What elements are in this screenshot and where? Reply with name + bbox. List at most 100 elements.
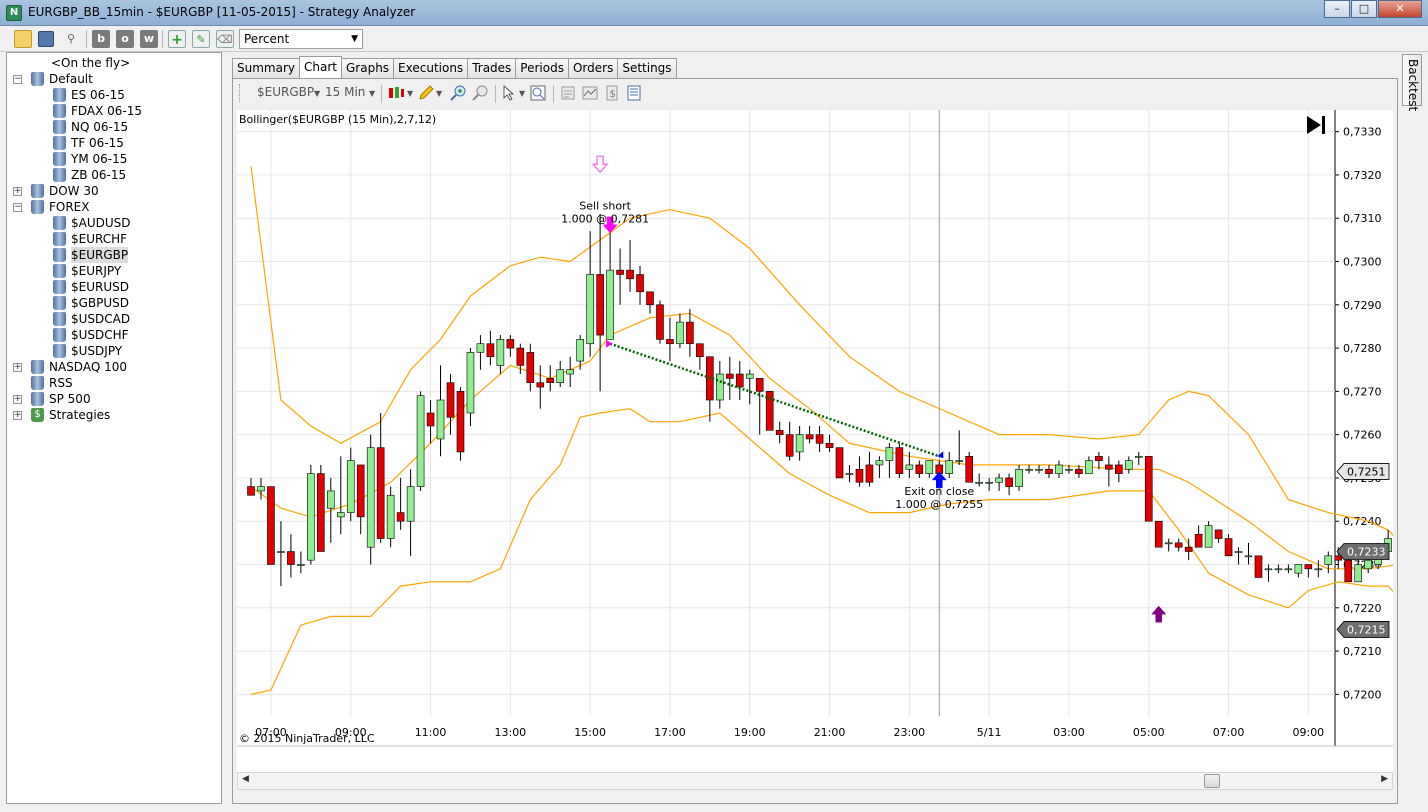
database-icon	[31, 376, 44, 390]
tab-summary[interactable]: Summary	[232, 58, 300, 78]
pin-icon[interactable]: ⚲	[62, 30, 80, 48]
tab-settings[interactable]: Settings	[617, 58, 677, 78]
o-icon[interactable]: o	[116, 30, 134, 48]
tree-item-es-06-15[interactable]: ES 06-15	[7, 87, 221, 103]
panel-splitter[interactable]	[222, 52, 230, 804]
collapse-icon[interactable]: −	[13, 203, 22, 212]
tree-item-eurjpy[interactable]: $EURJPY	[7, 263, 221, 279]
tree-item-eurchf[interactable]: $EURCHF	[7, 231, 221, 247]
tree-item-zb-06-15[interactable]: ZB 06-15	[7, 167, 221, 183]
instrument-selector[interactable]: $EURGBP	[257, 85, 314, 99]
tree-item-nasdaq-100[interactable]: + NASDAQ 100	[7, 359, 221, 375]
tab-periods[interactable]: Periods	[515, 58, 569, 78]
zoom-out-icon[interactable]	[471, 84, 489, 102]
tree-item-eurusd[interactable]: $EURUSD	[7, 279, 221, 295]
indicators-icon[interactable]	[581, 84, 599, 102]
candle-down	[267, 486, 275, 565]
candle-up	[1204, 525, 1213, 548]
candle-up	[366, 447, 375, 548]
candle-down	[536, 382, 545, 388]
expand-icon[interactable]: +	[13, 411, 22, 420]
database-icon	[53, 248, 66, 262]
scrollbar-thumb[interactable]	[1204, 774, 1220, 788]
scroll-left-icon[interactable]: ◀	[242, 774, 249, 784]
tree-item-strategies[interactable]: + $ Strategies	[7, 407, 221, 423]
tab-graphs[interactable]: Graphs	[340, 58, 395, 78]
tree-item-dow-30[interactable]: + DOW 30	[7, 183, 221, 199]
tree-item-gbpusd[interactable]: $GBPUSD	[7, 295, 221, 311]
zoom-in-icon[interactable]	[449, 84, 467, 102]
tree-item-nq-06-15[interactable]: NQ 06-15	[7, 119, 221, 135]
tree-item-on-the-fly[interactable]: <On the fly>	[7, 55, 221, 71]
x-tick-label: 19:00	[734, 726, 766, 739]
database-icon	[31, 360, 44, 374]
strategies-icon[interactable]: $	[603, 84, 621, 102]
chart-properties-icon[interactable]	[625, 84, 643, 102]
tree-item-label: YM 06-15	[71, 152, 128, 166]
tab-chart[interactable]: Chart	[299, 56, 342, 78]
tree-item-label: FOREX	[49, 200, 90, 214]
database-icon	[53, 152, 66, 166]
database-icon	[53, 120, 66, 134]
candle-up	[745, 373, 754, 379]
database-icon	[53, 280, 66, 294]
save-icon[interactable]	[38, 31, 54, 47]
candle-down	[1214, 529, 1223, 539]
tree-item-ym-06-15[interactable]: YM 06-15	[7, 151, 221, 167]
chart-horizontal-scrollbar[interactable]: ◀ ▶	[237, 772, 1393, 790]
add-icon[interactable]: +	[168, 30, 186, 48]
candle-down	[1304, 564, 1313, 570]
candle-down	[965, 455, 974, 483]
x-tick-label: 05:00	[1133, 726, 1165, 739]
tree-item-usdjpy[interactable]: $USDJPY	[7, 343, 221, 359]
display-mode-select[interactable]: Percent ▼	[239, 29, 363, 49]
b-icon[interactable]: b	[92, 30, 110, 48]
tree-item-sp-500[interactable]: + SP 500	[7, 391, 221, 407]
cursor-icon[interactable]	[501, 84, 519, 102]
candle-down	[1194, 533, 1203, 548]
maximize-button[interactable]: □	[1351, 0, 1377, 18]
collapse-icon[interactable]: −	[13, 75, 22, 84]
data-box-icon[interactable]	[529, 84, 547, 102]
chart-area[interactable]: 0,7330 0,7320 0,7310 0,7300 0,7290 0,7280 0,72…	[237, 110, 1419, 772]
tree-item-forex[interactable]: − FOREX	[7, 199, 221, 215]
tree-item-usdchf[interactable]: $USDCHF	[7, 327, 221, 343]
tab-executions[interactable]: Executions	[393, 58, 469, 78]
tree-item-eurgbp[interactable]: $EURGBP	[7, 247, 221, 263]
remove-icon[interactable]: ⌫	[216, 30, 234, 48]
w-icon[interactable]: w	[140, 30, 158, 48]
candle-down	[1105, 464, 1113, 470]
tab-trades[interactable]: Trades	[467, 58, 517, 78]
candlestick-style-icon[interactable]	[387, 84, 405, 102]
candle-down	[247, 486, 255, 496]
pencil-icon[interactable]	[417, 84, 435, 102]
candle-up	[556, 369, 565, 384]
candle-down	[1115, 464, 1123, 474]
open-folder-icon[interactable]	[14, 30, 32, 48]
expand-icon[interactable]: +	[13, 187, 22, 196]
tree-item-audusd[interactable]: $AUDUSD	[7, 215, 221, 231]
tree-item-fdax-06-15[interactable]: FDAX 06-15	[7, 103, 221, 119]
tree-item-rss[interactable]: RSS	[7, 375, 221, 391]
tab-orders[interactable]: Orders	[567, 58, 619, 78]
tree-item-tf-06-15[interactable]: TF 06-15	[7, 135, 221, 151]
y-tick-label: 0,7210	[1343, 645, 1382, 658]
scroll-right-icon[interactable]: ▶	[1381, 774, 1388, 784]
backtest-tab[interactable]: Backtest	[1402, 54, 1422, 111]
candle-down	[666, 339, 674, 345]
tree-item-usdcad[interactable]: $USDCAD	[7, 311, 221, 327]
candle-down	[1005, 477, 1013, 487]
expand-icon[interactable]: +	[13, 395, 22, 404]
expand-icon[interactable]: +	[13, 363, 22, 372]
database-icon	[31, 392, 44, 406]
price-chart[interactable]: 0,7330 0,7320 0,7310 0,7300 0,7290 0,7280 0,72…	[237, 110, 1419, 772]
minimize-button[interactable]: –	[1324, 0, 1350, 18]
edit-icon[interactable]: ✎	[192, 30, 210, 48]
tree-item-default[interactable]: − Default	[7, 71, 221, 87]
properties-icon[interactable]	[559, 84, 577, 102]
close-button[interactable]: ✕	[1378, 0, 1422, 18]
candle-down	[646, 291, 654, 306]
instrument-tree[interactable]: <On the fly> − Default ES 06-15 FDAX 06-15 NQ…	[6, 52, 222, 804]
interval-selector[interactable]: 15 Min	[325, 85, 365, 99]
candle-up	[1164, 542, 1173, 545]
